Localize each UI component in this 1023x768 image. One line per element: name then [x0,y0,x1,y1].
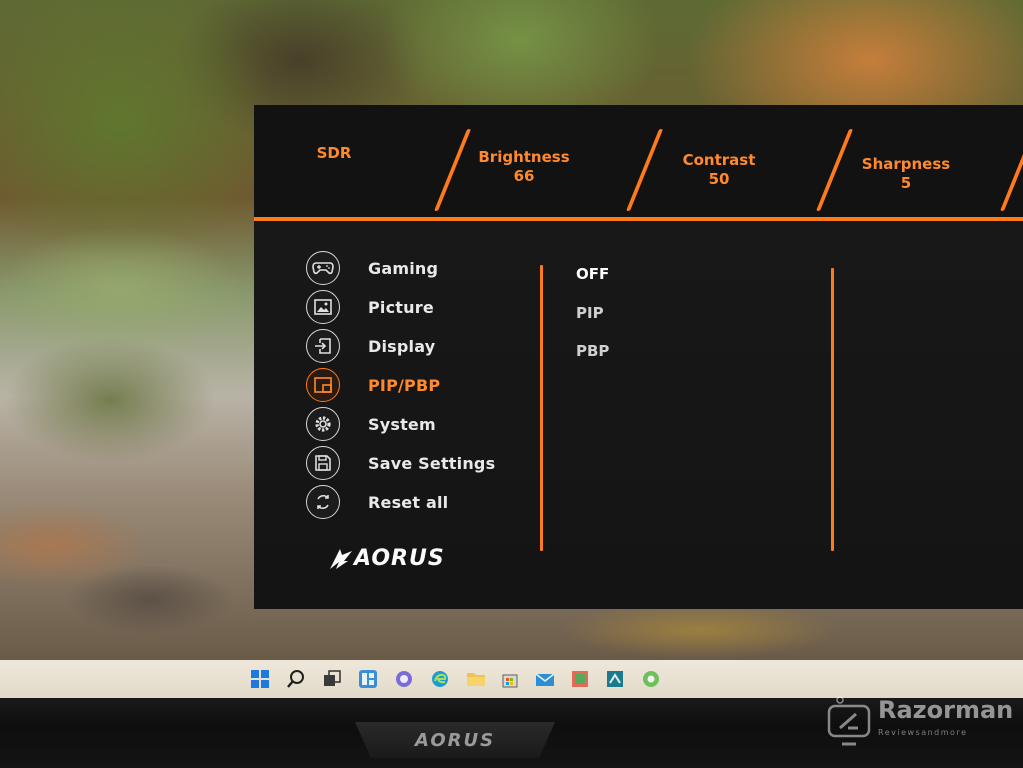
menu-label: Reset all [368,492,449,512]
osd-divider-right [831,268,834,551]
store-icon[interactable] [498,667,522,691]
osd-top-sdr[interactable]: SDR [294,105,374,220]
menu-item-system[interactable]: System [306,407,436,441]
watermark-monitor-icon [827,696,871,746]
gear-icon [306,407,340,441]
menu-item-reset-all[interactable]: Reset all [306,485,448,519]
bezel-logo: AORUS [355,722,555,758]
osd-top-value: 66 [513,167,535,185]
watermark-name: Razorman [878,696,1014,724]
menu-label: Save Settings [368,453,496,473]
menu-item-pip-pbp[interactable]: PIP/PBP [306,368,440,402]
osd-top-label: Contrast [682,151,756,169]
chat-icon[interactable] [392,667,416,691]
file-explorer-icon[interactable] [464,667,488,691]
app-icon[interactable] [603,667,627,691]
floppy-disk-icon [306,446,340,480]
option-pbp[interactable]: PBP [576,342,609,360]
option-pip[interactable]: PIP [576,304,604,322]
windows-start-icon[interactable] [248,667,272,691]
osd-top-bar: SDR Brightness 66 Contrast 50 Sharpness … [254,105,1023,220]
task-view-icon[interactable] [320,667,344,691]
menu-label: Display [368,336,436,356]
osd-main-panel: Gaming Picture Display PIP/PBP System Sa… [254,221,1023,609]
menu-item-save-settings[interactable]: Save Settings [306,446,495,480]
osd-separator [434,129,472,211]
aorus-eagle-icon [330,548,352,569]
chrome-icon[interactable] [639,667,663,691]
osd-top-contrast[interactable]: Contrast 50 [664,105,774,220]
photos-icon[interactable] [568,667,592,691]
menu-item-display[interactable]: Display [306,329,435,363]
input-icon [306,329,340,363]
menu-item-gaming[interactable]: Gaming [306,251,438,285]
watermark: Razorman Reviewsandmore [826,690,1016,756]
mail-icon[interactable] [533,667,557,691]
picture-icon [306,290,340,324]
option-off[interactable]: OFF [576,265,609,283]
osd-top-value: 50 [708,170,730,188]
brand-text: AORUS [354,546,445,571]
reset-icon [306,485,340,519]
osd-top-label: Brightness [478,148,570,166]
menu-label: Picture [368,297,434,317]
watermark-tagline: Reviewsandmore [878,728,968,737]
osd-top-label: SDR [316,144,352,162]
osd-top-brightness[interactable]: Brightness 66 [469,105,579,220]
menu-label: System [368,414,436,434]
osd-top-value: 5 [900,174,912,192]
osd-separator [1000,129,1023,211]
osd-divider-left [540,265,543,551]
widgets-icon[interactable] [356,667,380,691]
osd-separator [816,129,854,211]
osd-separator [626,129,664,211]
edge-browser-icon[interactable] [428,667,452,691]
menu-label: Gaming [368,258,439,278]
search-icon[interactable] [284,667,308,691]
menu-item-picture[interactable]: Picture [306,290,434,324]
aorus-logo: AORUS [328,546,445,571]
osd-top-sharpness[interactable]: Sharpness 5 [851,105,961,220]
menu-label: PIP/PBP [368,375,441,395]
osd-top-label: Sharpness [861,155,951,173]
pip-icon [306,368,340,402]
gamepad-icon [306,251,340,285]
